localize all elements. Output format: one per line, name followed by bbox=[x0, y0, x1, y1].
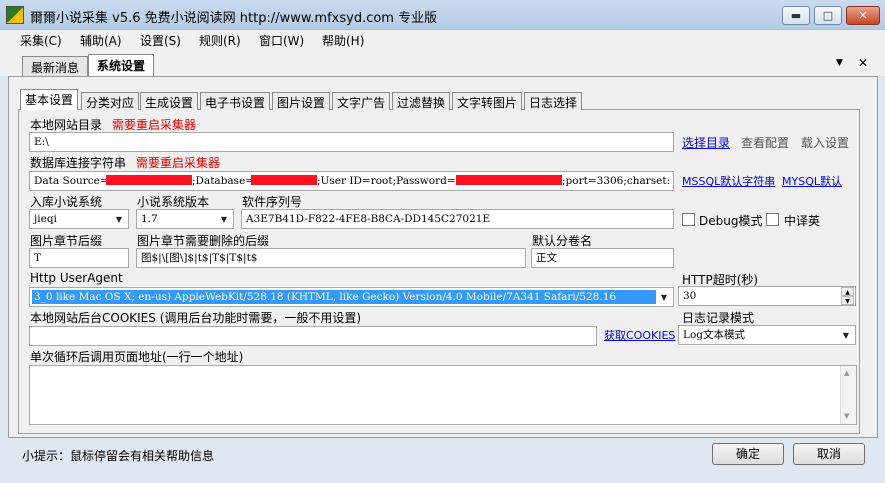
mssql-default-link[interactable]: MSSQL默认字符串 bbox=[682, 173, 775, 189]
tab-filter-replace[interactable]: 过滤替换 bbox=[392, 92, 451, 110]
after-loop-label: 单次循环后调用页面地址(一行一个地址) bbox=[30, 350, 244, 364]
menu-assist[interactable]: 辅助(A) bbox=[80, 32, 122, 49]
close-tab-icon[interactable]: ✕ bbox=[858, 56, 868, 70]
app-icon bbox=[6, 6, 24, 24]
tab-list-dropdown-icon[interactable]: ▼ bbox=[836, 58, 843, 68]
tab-log-select[interactable]: 日志选择 bbox=[524, 92, 583, 110]
after-loop-textarea[interactable] bbox=[29, 365, 857, 425]
http-timeout-spinner[interactable]: 30 ▲ ▼ bbox=[678, 286, 856, 306]
menu-bar bbox=[0, 30, 885, 52]
local-dir-label: 本地网站目录 bbox=[30, 118, 103, 132]
system-version-value: 1.7 bbox=[141, 213, 158, 225]
db-conn-restart-warning: 需要重启采集器 bbox=[136, 156, 221, 170]
load-config-link[interactable]: 载入设置 bbox=[801, 134, 849, 151]
tab-text-to-image[interactable]: 文字转图片 bbox=[452, 92, 523, 110]
close-window-button[interactable]: ✕ bbox=[846, 6, 880, 25]
menu-settings[interactable]: 设置(S) bbox=[140, 32, 181, 49]
local-dir-input[interactable]: E:\ bbox=[29, 132, 674, 152]
user-agent-value: 3_0 like Mac OS X; en-us) AppleWebKit/52… bbox=[32, 290, 656, 304]
menu-collect[interactable]: 采集(C) bbox=[20, 32, 62, 49]
db-conn-part1: Data Source= bbox=[34, 175, 109, 187]
ok-button[interactable]: 确定 bbox=[712, 443, 784, 465]
db-conn-label: 数据库连接字符串 bbox=[30, 156, 127, 170]
debug-label: Debug模式 bbox=[699, 214, 763, 228]
tab-latest-news[interactable]: 最新消息 bbox=[22, 56, 89, 76]
chevron-down-icon: ▼ bbox=[842, 331, 850, 340]
scrollbar[interactable]: ▲ ▼ bbox=[840, 366, 856, 424]
novel-system-label: 入库小说系统 bbox=[30, 195, 103, 209]
menu-window[interactable]: 窗口(W) bbox=[259, 32, 304, 49]
db-conn-part3: ;User ID=root;Password= bbox=[317, 175, 456, 187]
menu-rules[interactable]: 规则(R) bbox=[199, 32, 241, 49]
db-name-redaction bbox=[251, 175, 317, 185]
db-conn-part2: ;Database= bbox=[192, 175, 255, 187]
choose-dir-link[interactable]: 选择目录 bbox=[682, 134, 730, 151]
db-host-redaction bbox=[106, 175, 192, 185]
local-dir-restart-warning: 需要重启采集器 bbox=[112, 118, 197, 132]
chevron-down-icon: ▼ bbox=[660, 293, 668, 302]
log-mode-select[interactable]: Log文本模式 ▼ bbox=[678, 325, 856, 345]
img-remove-input[interactable]: 图$|\[图\]$|t$|T$|T$|t$ bbox=[136, 248, 526, 268]
novel-system-value: jieqi bbox=[34, 213, 57, 225]
system-version-label: 小说系统版本 bbox=[137, 195, 210, 209]
db-conn-part4: ;port=3306;charset: bbox=[562, 175, 671, 187]
img-remove-label: 图片章节需要删除的后缀 bbox=[137, 234, 270, 248]
http-timeout-value: 30 bbox=[683, 290, 697, 302]
user-agent-label: Http UserAgent bbox=[30, 271, 123, 285]
cancel-button[interactable]: 取消 bbox=[793, 443, 865, 465]
user-agent-select[interactable]: 3_0 like Mac OS X; en-us) AppleWebKit/52… bbox=[29, 287, 674, 307]
tab-category-mapping[interactable]: 分类对应 bbox=[81, 92, 140, 110]
tab-generate-settings[interactable]: 生成设置 bbox=[140, 92, 199, 110]
novel-system-select[interactable]: jieqi ▼ bbox=[29, 209, 129, 229]
mysql-default-link[interactable]: MYSQL默认 bbox=[782, 173, 842, 189]
cookies-label: 本地网站后台COOKIES (调用后台功能时需要，一般不用设置) bbox=[30, 311, 362, 325]
debug-checkbox[interactable] bbox=[682, 213, 695, 226]
zh-en-label: 中译英 bbox=[784, 214, 821, 228]
scroll-up-icon[interactable]: ▲ bbox=[844, 369, 849, 377]
minimize-button[interactable]: ▬ bbox=[782, 6, 810, 25]
view-config-link[interactable]: 查看配置 bbox=[741, 134, 789, 151]
fetch-cookies-link[interactable]: 获取COOKIES bbox=[604, 327, 675, 343]
cookies-input[interactable] bbox=[29, 326, 597, 346]
tab-basic-settings[interactable]: 基本设置 bbox=[20, 89, 79, 110]
maximize-button[interactable]: □ bbox=[814, 6, 842, 25]
window-title: 爾爾小说采集 v5.6 免费小说阅读网 http://www.mfxsyd.co… bbox=[30, 11, 438, 26]
serial-input[interactable]: A3E7B41D-F822-4FE8-B8CA-DD145C27021E bbox=[241, 209, 674, 229]
tab-system-settings[interactable]: 系统设置 bbox=[88, 54, 155, 76]
spinner-down-icon[interactable]: ▼ bbox=[841, 296, 854, 305]
chevron-down-icon: ▼ bbox=[115, 215, 123, 224]
img-suffix-label: 图片章节后缀 bbox=[30, 234, 103, 248]
zh-en-checkbox[interactable] bbox=[766, 213, 779, 226]
system-version-select[interactable]: 1.7 ▼ bbox=[136, 209, 234, 229]
default-volume-input[interactable]: 正文 bbox=[531, 248, 674, 268]
tab-image-settings[interactable]: 图片设置 bbox=[272, 92, 331, 110]
scroll-down-icon[interactable]: ▼ bbox=[844, 412, 849, 420]
tab-ebook-settings[interactable]: 电子书设置 bbox=[200, 92, 271, 110]
serial-label: 软件序列号 bbox=[242, 195, 303, 209]
chevron-down-icon: ▼ bbox=[220, 215, 228, 224]
db-password-redaction bbox=[456, 175, 562, 185]
default-volume-label: 默认分卷名 bbox=[532, 234, 593, 248]
hint-text: 小提示：鼠标停留会有相关帮助信息 bbox=[22, 449, 215, 463]
tab-text-ads[interactable]: 文字广告 bbox=[332, 92, 391, 110]
log-mode-value: Log文本模式 bbox=[683, 329, 746, 341]
log-mode-label: 日志记录模式 bbox=[682, 311, 755, 325]
db-conn-input[interactable]: Data Source= ;Database= ;User ID=root;Pa… bbox=[29, 171, 674, 191]
menu-help[interactable]: 帮助(H) bbox=[322, 32, 364, 49]
spinner-up-icon[interactable]: ▲ bbox=[841, 287, 854, 296]
img-suffix-input[interactable]: T bbox=[29, 248, 129, 268]
